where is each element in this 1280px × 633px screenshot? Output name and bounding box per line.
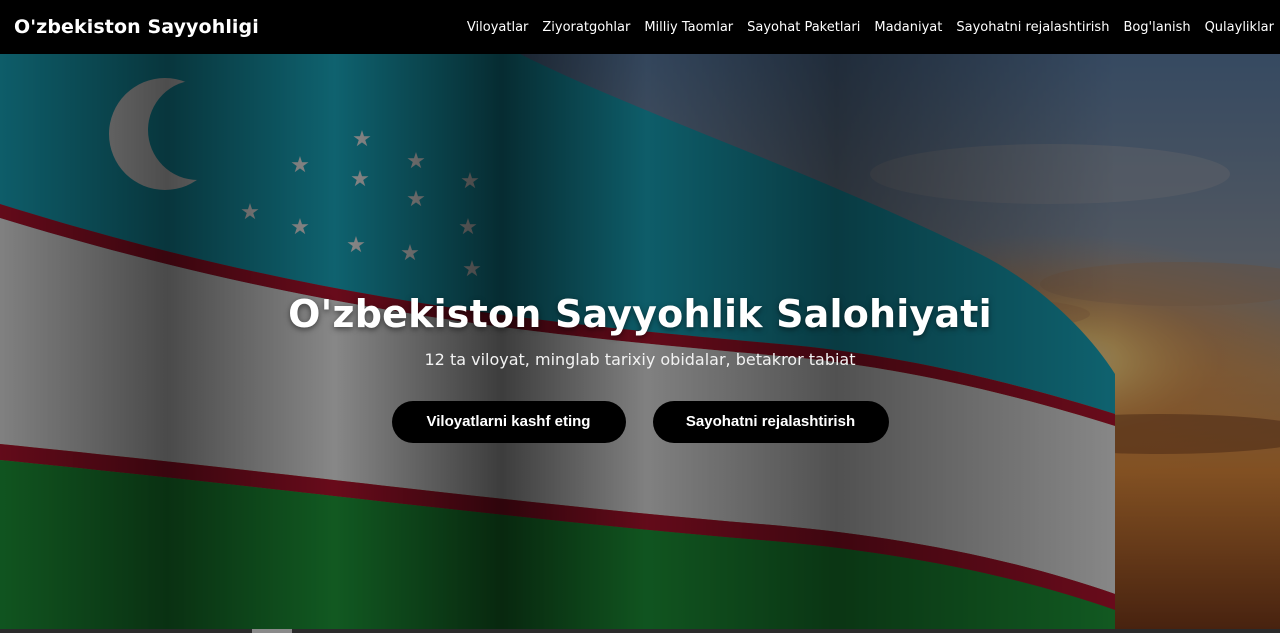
- horizontal-scrollbar[interactable]: [0, 629, 1280, 633]
- nav-menu: Viloyatlar Ziyoratgohlar Milliy Taomlar …: [467, 20, 1274, 35]
- hero-title: O'zbekiston Sayyohlik Salohiyati: [288, 292, 992, 336]
- nav-link-viloyatlar[interactable]: Viloyatlar: [467, 20, 528, 35]
- nav-link-madaniyat[interactable]: Madaniyat: [874, 20, 942, 35]
- page: O'zbekiston Sayyohligi Viloyatlar Ziyora…: [0, 0, 1280, 633]
- nav-link-boglanish[interactable]: Bog'lanish: [1123, 20, 1190, 35]
- nav-link-sayohat-paketlari[interactable]: Sayohat Paketlari: [747, 20, 860, 35]
- scrollbar-thumb[interactable]: [252, 629, 292, 633]
- nav-link-milliy-taomlar[interactable]: Milliy Taomlar: [644, 20, 733, 35]
- explore-regions-button[interactable]: Viloyatlarni kashf eting: [391, 401, 626, 443]
- hero-subtitle: 12 ta viloyat, minglab tarixiy obidalar,…: [424, 350, 856, 369]
- brand-logo-text[interactable]: O'zbekiston Sayyohligi: [14, 16, 259, 38]
- navbar: O'zbekiston Sayyohligi Viloyatlar Ziyora…: [0, 0, 1280, 54]
- hero-section: ★ ★ ★ ★ ★ ★ ★ ★ ★ ★ ★ ★ O'zbekiston Sayy…: [0, 54, 1280, 633]
- hero-buttons: Viloyatlarni kashf eting Sayohatni rejal…: [0, 401, 1280, 443]
- plan-trip-button[interactable]: Sayohatni rejalashtirish: [652, 401, 889, 443]
- nav-link-ziyoratgohlar[interactable]: Ziyoratgohlar: [542, 20, 630, 35]
- hero-content: O'zbekiston Sayyohlik Salohiyati 12 ta v…: [0, 54, 1280, 633]
- nav-link-sayohatni-rejalashtirish[interactable]: Sayohatni rejalashtirish: [956, 20, 1109, 35]
- nav-link-qulayliklar[interactable]: Qulayliklar: [1205, 20, 1274, 35]
